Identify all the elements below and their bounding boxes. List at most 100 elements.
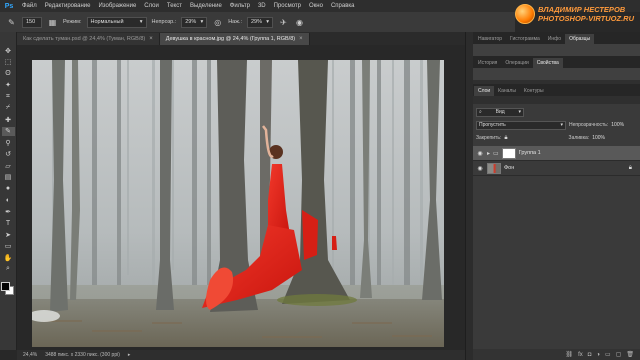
zoom-level[interactable]: 24,4% bbox=[23, 352, 37, 358]
new-group-icon[interactable]: ▭ bbox=[605, 351, 611, 358]
tab-fog-document[interactable]: Как сделать туман.psd @ 24,4% (Туман, RG… bbox=[17, 33, 160, 45]
link-layers-icon[interactable]: ⛓ bbox=[565, 351, 573, 358]
chevron-down-icon: ▾ bbox=[560, 122, 563, 128]
close-icon[interactable]: × bbox=[149, 36, 153, 42]
tools-panel: ✥ ⬚ ʘ ✦ ⌗ ⌿ ✚ ✎ ⚲ ↺ ▱ ▤ ● ◐ ✒ T ➤ ▭ ✋ ⌕ bbox=[0, 32, 17, 350]
chevron-right-icon[interactable]: ▸ bbox=[487, 150, 490, 157]
properties-panel-body bbox=[473, 68, 640, 80]
fx-icon[interactable]: fx bbox=[578, 352, 583, 358]
opacity-label: Непрозр.: bbox=[151, 19, 177, 25]
zoom-tool-icon[interactable]: ⌕ bbox=[2, 265, 15, 275]
gradient-tool-icon[interactable]: ▤ bbox=[2, 173, 15, 183]
chevron-down-icon: ▾ bbox=[518, 109, 521, 115]
pen-tool-icon[interactable]: ✒ bbox=[2, 207, 15, 217]
menu-edit[interactable]: Редактирование bbox=[41, 0, 95, 12]
status-bar: 24,4% 3488 пикс. x 2330 пикс. (300 ppi) … bbox=[17, 350, 465, 360]
tab-actions[interactable]: Операции bbox=[501, 58, 532, 68]
healing-tool-icon[interactable]: ✚ bbox=[2, 115, 15, 125]
tab-channels[interactable]: Каналы bbox=[494, 86, 520, 96]
marquee-tool-icon[interactable]: ⬚ bbox=[2, 58, 15, 68]
menu-window[interactable]: Окно bbox=[305, 0, 327, 12]
watermark: ВЛАДИМИР НЕСТЕРОВ PHOTOSHOP-VIRTUOZ.RU bbox=[515, 0, 640, 28]
close-icon[interactable]: × bbox=[299, 36, 303, 42]
mode-select[interactable]: Нормальный ▾ bbox=[86, 16, 147, 28]
tab-history[interactable]: История bbox=[474, 58, 501, 68]
tab-histogram[interactable]: Гистограмма bbox=[506, 34, 544, 44]
menu-3d[interactable]: 3D bbox=[254, 0, 270, 12]
tab-layers[interactable]: Слои bbox=[474, 86, 495, 96]
tab-properties[interactable]: Свойства bbox=[532, 58, 563, 68]
mode-label: Режим: bbox=[63, 19, 82, 25]
menu-type[interactable]: Текст bbox=[163, 0, 186, 12]
eyedropper-tool-icon[interactable]: ⌿ bbox=[2, 104, 15, 114]
brush-size-picker[interactable]: 150 bbox=[22, 16, 42, 28]
layer-filter-select[interactable]: ⌕ Вид ▾ bbox=[476, 107, 524, 117]
adjustment-layer-icon[interactable]: ◑ bbox=[596, 352, 600, 358]
watermark-name: ВЛАДИМИР НЕСТЕРОВ bbox=[538, 5, 626, 14]
dodge-tool-icon[interactable]: ◐ bbox=[2, 196, 15, 206]
layers-footer: ⛓ fx ◘ ◑ ▭ ▢ 🗑︎ bbox=[473, 349, 640, 360]
lock-label: Закрепить: bbox=[476, 135, 502, 141]
tab-info[interactable]: Инфо bbox=[544, 34, 565, 44]
menu-view[interactable]: Просмотр bbox=[270, 0, 305, 12]
flow-field[interactable]: 29% ▾ bbox=[246, 16, 273, 28]
forest-photo-illustration bbox=[32, 60, 444, 347]
quick-select-tool-icon[interactable]: ✦ bbox=[2, 81, 15, 91]
layer-opacity-value[interactable]: 100% bbox=[611, 122, 624, 128]
color-swatches[interactable] bbox=[1, 282, 15, 296]
layer-thumbnail[interactable] bbox=[487, 162, 501, 174]
document-size: 3488 пикс. x 2330 пикс. (300 ppi) bbox=[45, 352, 120, 358]
move-tool-icon[interactable]: ✥ bbox=[2, 46, 15, 56]
blur-tool-icon[interactable]: ● bbox=[2, 184, 15, 194]
menu-image[interactable]: Изображение bbox=[94, 0, 140, 12]
visibility-eye-icon[interactable]: ◉ bbox=[476, 165, 484, 172]
lock-icon[interactable]: 🔒︎ bbox=[504, 135, 507, 142]
new-layer-icon[interactable]: ▢ bbox=[616, 351, 622, 358]
tab-swatches[interactable]: Образцы bbox=[565, 34, 595, 44]
document-canvas-photo[interactable] bbox=[32, 60, 444, 347]
trash-icon[interactable]: 🗑︎ bbox=[626, 351, 634, 358]
visibility-eye-icon[interactable]: ◉ bbox=[476, 150, 484, 157]
tab-navigator[interactable]: Навигатор bbox=[474, 34, 506, 44]
blend-mode-select[interactable]: Пропустить ▾ bbox=[476, 120, 566, 130]
chevron-down-icon: ▾ bbox=[139, 19, 143, 25]
lock-icon: 🔒︎ bbox=[628, 164, 632, 171]
clone-stamp-tool-icon[interactable]: ⚲ bbox=[2, 138, 15, 148]
menu-select[interactable]: Выделение bbox=[186, 0, 226, 12]
menu-file[interactable]: Файл bbox=[18, 0, 41, 12]
layer-filter-value: Вид bbox=[495, 109, 505, 115]
layer-mask-thumbnail[interactable] bbox=[501, 147, 516, 159]
chevron-right-icon[interactable]: ▸ bbox=[128, 352, 131, 358]
pressure-size-icon[interactable]: ◉ bbox=[294, 17, 305, 28]
panel-group-properties: История Операции Свойства bbox=[473, 56, 640, 68]
hand-tool-icon[interactable]: ✋ bbox=[2, 253, 15, 263]
fill-value[interactable]: 100% bbox=[592, 135, 605, 141]
tab-girl-in-red-document[interactable]: Девушка в красном.jpg @ 24,4% (Группа 1,… bbox=[159, 33, 310, 45]
eraser-tool-icon[interactable]: ▱ bbox=[2, 161, 15, 171]
brush-panel-icon[interactable]: ▦ bbox=[47, 17, 58, 28]
menu-help[interactable]: Справка bbox=[327, 0, 359, 12]
shape-tool-icon[interactable]: ▭ bbox=[2, 242, 15, 252]
layer-row-group-1[interactable]: ◉ ▸ ▭ Группа 1 bbox=[473, 146, 640, 161]
layer-name[interactable]: Группа 1 bbox=[519, 150, 541, 156]
opacity-field[interactable]: 29% ▾ bbox=[181, 16, 208, 28]
history-brush-tool-icon[interactable]: ↺ bbox=[2, 150, 15, 160]
menu-layers[interactable]: Слои bbox=[140, 0, 163, 12]
type-tool-icon[interactable]: T bbox=[2, 219, 15, 229]
pressure-opacity-icon[interactable]: ◎ bbox=[212, 17, 223, 28]
path-select-tool-icon[interactable]: ➤ bbox=[2, 230, 15, 240]
tab-title: Девушка в красном.jpg @ 24,4% (Группа 1,… bbox=[165, 36, 296, 42]
layer-row-background[interactable]: ◉ Фон 🔒︎ bbox=[473, 161, 640, 176]
layer-name[interactable]: Фон bbox=[504, 165, 514, 171]
crop-tool-icon[interactable]: ⌗ bbox=[2, 92, 15, 102]
brush-tool-icon[interactable]: ✎ bbox=[6, 17, 17, 28]
tab-paths[interactable]: Контуры bbox=[520, 86, 548, 96]
layer-opacity-label: Непрозрачность: bbox=[569, 122, 609, 128]
add-mask-icon[interactable]: ◘ bbox=[588, 352, 592, 358]
airbrush-icon[interactable]: ✈ bbox=[278, 17, 289, 28]
brush-tool-icon[interactable]: ✎ bbox=[1, 126, 15, 136]
menu-filter[interactable]: Фильтр bbox=[226, 0, 254, 12]
foreground-color[interactable] bbox=[1, 282, 10, 291]
canvas-area[interactable] bbox=[17, 45, 465, 350]
lasso-tool-icon[interactable]: ʘ bbox=[2, 69, 15, 79]
